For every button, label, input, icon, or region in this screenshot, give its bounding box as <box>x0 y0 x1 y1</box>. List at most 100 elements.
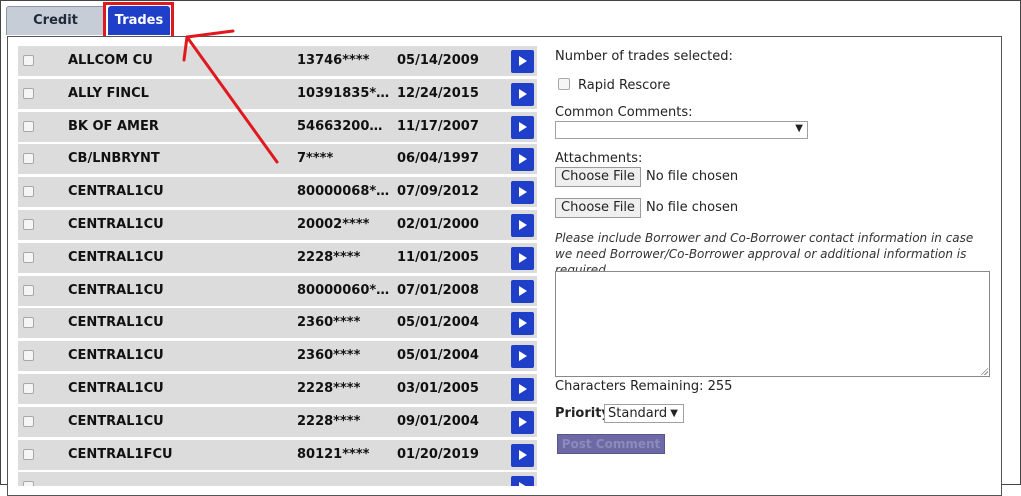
trade-name: CENTRAL1CU <box>68 348 164 364</box>
trade-checkbox[interactable] <box>23 120 34 132</box>
trade-account: 2360**** <box>297 348 361 364</box>
trade-name: CENTRAL1CU <box>68 184 164 200</box>
trade-row[interactable]: CENTRAL1CU 80000060**** 07/01/2008 <box>18 275 537 306</box>
tab-trades[interactable]: Trades <box>108 6 170 35</box>
trade-date: 12/24/2015 <box>397 85 479 101</box>
trade-name: CENTRAL1CU <box>68 380 164 396</box>
priority-label: Priority <box>555 406 610 421</box>
play-right-icon[interactable] <box>511 181 534 205</box>
post-comment-button[interactable]: Post Comment <box>557 434 665 454</box>
trade-checkbox[interactable] <box>23 382 34 394</box>
trade-name: CENTRAL1CU <box>68 413 164 429</box>
trade-account: 20002**** <box>297 216 370 232</box>
trade-name: BK OF AMER <box>68 118 159 134</box>
rapid-rescore-checkbox[interactable] <box>558 78 570 90</box>
trade-date: 05/01/2004 <box>397 348 479 364</box>
play-right-icon[interactable] <box>511 279 534 303</box>
choose-file-button-2[interactable]: Choose File <box>555 198 641 218</box>
trades-panel: ALLCOM CU 13746**** 05/14/2009 ALLY FINCL 10… <box>7 36 1002 496</box>
trade-checkbox[interactable] <box>23 186 34 198</box>
trades-list: ALLCOM CU 13746**** 05/14/2009 ALLY FINCL 10… <box>18 46 537 486</box>
play-right-icon[interactable] <box>511 115 534 139</box>
trade-row[interactable]: CENTRAL1CU 2228**** 11/01/2005 <box>18 242 537 273</box>
characters-remaining: Characters Remaining: 255 <box>555 379 733 394</box>
play-right-icon[interactable] <box>511 213 534 237</box>
trade-row[interactable]: CB/LNBRYNT 7**** 06/04/1997 <box>18 144 537 175</box>
trade-name: CENTRAL1CU <box>68 282 164 298</box>
trade-row[interactable]: CENTRAL1CU 20002**** 02/01/2000 <box>18 209 537 240</box>
tab-credit-report[interactable]: Credit Report <box>6 6 105 56</box>
play-right-icon[interactable] <box>511 148 534 172</box>
trade-date: 07/09/2012 <box>397 184 479 200</box>
trade-account: 2360**** <box>297 315 361 331</box>
trade-account: 80000068**** <box>297 184 391 200</box>
trade-row[interactable]: ALLY FINCL 10391835**** 12/24/2015 <box>18 78 537 109</box>
trade-account: 7**** <box>297 151 334 167</box>
trade-row[interactable]: CENTRAL1FCU 80121**** 01/20/2019 <box>18 439 537 470</box>
play-right-icon[interactable] <box>511 345 534 369</box>
trade-name: CENTRAL1CU <box>68 216 164 232</box>
trade-checkbox[interactable] <box>23 448 34 460</box>
trade-name: ALLY FINCL <box>68 85 149 101</box>
play-right-icon[interactable] <box>511 312 534 336</box>
common-comments-select[interactable]: ▼ <box>555 121 808 139</box>
trade-checkbox[interactable] <box>23 317 34 329</box>
trade-name: CENTRAL1FCU <box>68 446 173 462</box>
play-right-icon[interactable] <box>511 410 534 434</box>
trade-row[interactable] <box>18 472 537 486</box>
trade-row[interactable]: CENTRAL1CU 2228**** 03/01/2005 <box>18 373 537 404</box>
trades-selected-label: Number of trades selected: <box>555 49 733 64</box>
caret-down-icon: ▼ <box>795 123 803 134</box>
trade-account: 80000060**** <box>297 282 391 298</box>
trade-date: 05/14/2009 <box>397 53 479 68</box>
trade-account: 10391835**** <box>297 85 391 101</box>
trade-checkbox[interactable] <box>23 284 34 296</box>
trade-checkbox[interactable] <box>23 87 34 99</box>
trade-account: 80121**** <box>297 446 370 462</box>
trade-name: CENTRAL1CU <box>68 315 164 331</box>
trade-date: 01/20/2019 <box>397 446 479 462</box>
trade-checkbox[interactable] <box>23 350 34 362</box>
choose-file-button-1[interactable]: Choose File <box>555 167 641 187</box>
trade-row[interactable]: CENTRAL1CU 2228**** 09/01/2004 <box>18 406 537 437</box>
trade-date: 07/01/2008 <box>397 282 479 298</box>
trade-row[interactable]: ALLCOM CU 13746**** 05/14/2009 <box>18 46 537 76</box>
priority-value: Standard <box>608 406 668 421</box>
trade-account: 2228**** <box>297 380 361 396</box>
trade-checkbox[interactable] <box>23 55 34 66</box>
trade-checkbox[interactable] <box>23 481 34 486</box>
comment-textarea[interactable] <box>555 271 990 377</box>
trade-account: 54663200125... <box>297 118 391 134</box>
trade-row[interactable]: BK OF AMER 54663200125... 11/17/2007 <box>18 111 537 142</box>
trade-checkbox[interactable] <box>23 251 34 263</box>
caret-down-icon: ▼ <box>670 408 678 419</box>
trade-row[interactable]: CENTRAL1CU 80000068**** 07/09/2012 <box>18 177 537 208</box>
play-right-icon[interactable] <box>511 377 534 401</box>
trade-date: 02/01/2000 <box>397 216 479 232</box>
attachments-label: Attachments: <box>555 151 643 166</box>
trade-date: 11/01/2005 <box>397 249 479 265</box>
trade-date: 05/01/2004 <box>397 315 479 331</box>
trade-account: 2228**** <box>297 413 361 429</box>
trade-name: ALLCOM CU <box>68 53 153 68</box>
play-right-icon[interactable] <box>511 50 534 73</box>
common-comments-label: Common Comments: <box>555 105 693 120</box>
trade-checkbox[interactable] <box>23 153 34 165</box>
trade-row[interactable]: CENTRAL1CU 2360**** 05/01/2004 <box>18 308 537 339</box>
trade-name: CB/LNBRYNT <box>68 151 160 167</box>
play-right-icon[interactable] <box>511 82 534 106</box>
trade-checkbox[interactable] <box>23 218 34 230</box>
trade-date: 03/01/2005 <box>397 380 479 396</box>
file-status-1: No file chosen <box>646 169 739 184</box>
trade-row[interactable]: CENTRAL1CU 2360**** 05/01/2004 <box>18 341 537 372</box>
priority-select[interactable]: Standard ▼ <box>604 404 684 423</box>
trade-checkbox[interactable] <box>23 415 34 427</box>
trade-account: 2228**** <box>297 249 361 265</box>
play-right-icon[interactable] <box>511 246 534 270</box>
trade-date: 09/01/2004 <box>397 413 479 429</box>
file-status-2: No file chosen <box>646 200 739 215</box>
play-right-icon[interactable] <box>511 443 534 467</box>
rapid-rescore-label: Rapid Rescore <box>578 78 671 93</box>
trade-date: 11/17/2007 <box>397 118 479 134</box>
resize-grip-icon[interactable] <box>980 367 988 375</box>
